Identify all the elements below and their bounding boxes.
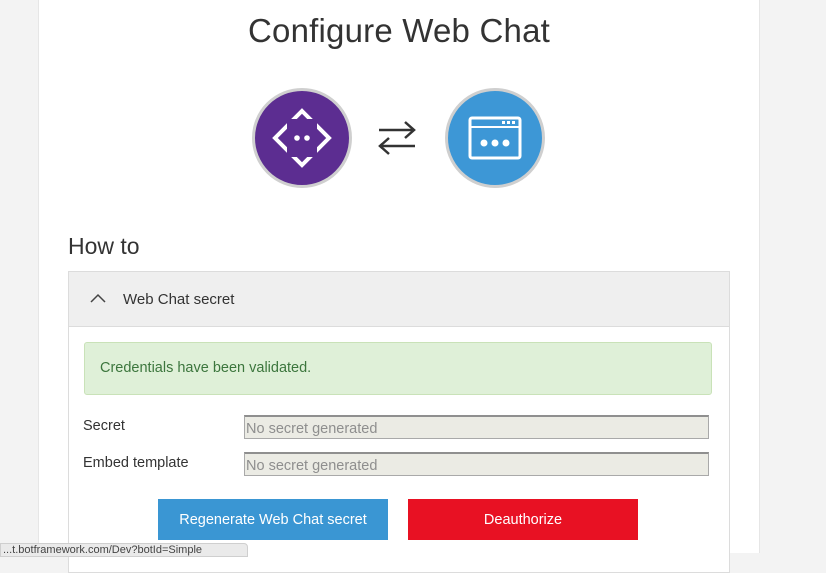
alert-message: Credentials have been validated. bbox=[100, 360, 312, 376]
regenerate-secret-button[interactable]: Regenerate Web Chat secret bbox=[158, 499, 388, 540]
hero-illustration bbox=[39, 88, 759, 190]
chevron-up-icon[interactable] bbox=[89, 292, 107, 304]
embed-template-label: Embed template bbox=[83, 455, 189, 471]
section-heading: How to bbox=[68, 233, 140, 259]
bot-code-icon bbox=[252, 88, 352, 188]
webchat-secret-accordion: Web Chat secret Credentials have been va… bbox=[68, 271, 730, 573]
deauthorize-button[interactable]: Deauthorize bbox=[408, 499, 638, 540]
browser-window-icon bbox=[445, 88, 545, 188]
page-title: Configure Web Chat bbox=[248, 12, 550, 49]
secret-field[interactable] bbox=[244, 415, 709, 439]
secret-label: Secret bbox=[83, 418, 125, 434]
accordion-header[interactable]: Web Chat secret bbox=[69, 272, 729, 327]
accordion-title: Web Chat secret bbox=[123, 291, 235, 308]
swap-arrows-icon bbox=[378, 121, 416, 155]
browser-status-bar: ...t.botframework.com/Dev?botId=Simple bbox=[0, 543, 248, 557]
embed-template-field[interactable] bbox=[244, 452, 709, 476]
main-panel: Configure Web Chat How to Web Chat secre… bbox=[38, 0, 760, 573]
validation-alert: Credentials have been validated. bbox=[84, 342, 712, 395]
